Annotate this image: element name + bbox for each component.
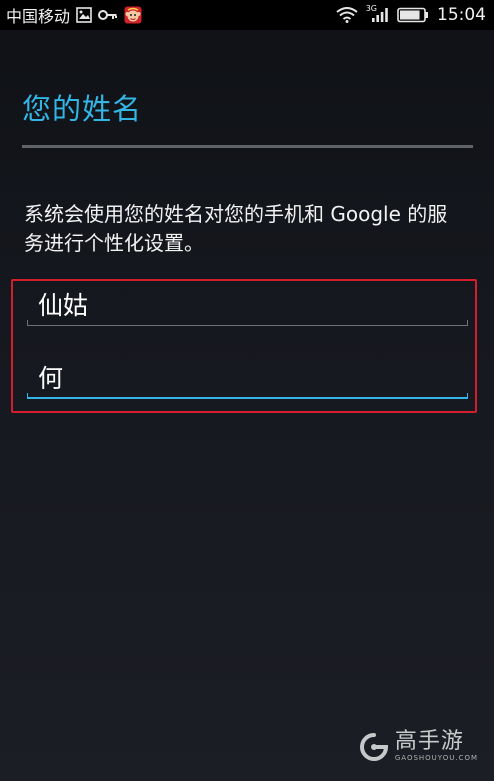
carrier-name: 中国移动 [6,7,71,26]
last-name-underline [27,393,468,399]
monkey-app-icon [124,6,142,24]
first-name-field[interactable]: 仙姑 [27,282,468,326]
watermark: 高手游 GAOSHOUYOU.COM [359,730,478,763]
watermark-domain: GAOSHOUYOU.COM [394,754,478,762]
page-title: 您的姓名 [22,92,143,126]
image-icon [76,7,92,23]
mobile-network: 3G [365,3,389,23]
status-bar: 中国移动 3G 15:04 [0,0,494,30]
page-description: 系统会使用您的姓名对您的手机和 Google 的服务进行个性化设置。 [24,202,448,255]
watermark-text: 高手游 GAOSHOUYOU.COM [395,730,478,763]
status-time: 15:04 [437,5,486,25]
battery-icon [397,7,429,23]
first-name-underline [27,320,468,326]
key-icon [98,9,118,21]
watermark-name: 高手游 [394,729,464,754]
network-type: 3G [365,3,377,13]
setup-screen: 中国移动 3G 15:04 您的姓名 系统会使用您的姓名对您的手机和 Googl… [0,0,494,781]
status-right: 3G 15:04 [336,0,486,30]
gaoshouyou-logo-icon [359,732,389,762]
wifi-icon [336,7,358,23]
first-name-value: 仙姑 [38,291,89,320]
status-left: 中国移动 [0,3,142,27]
last-name-field[interactable]: 何 [27,355,468,399]
title-divider [22,145,473,148]
last-name-value: 何 [38,364,64,393]
